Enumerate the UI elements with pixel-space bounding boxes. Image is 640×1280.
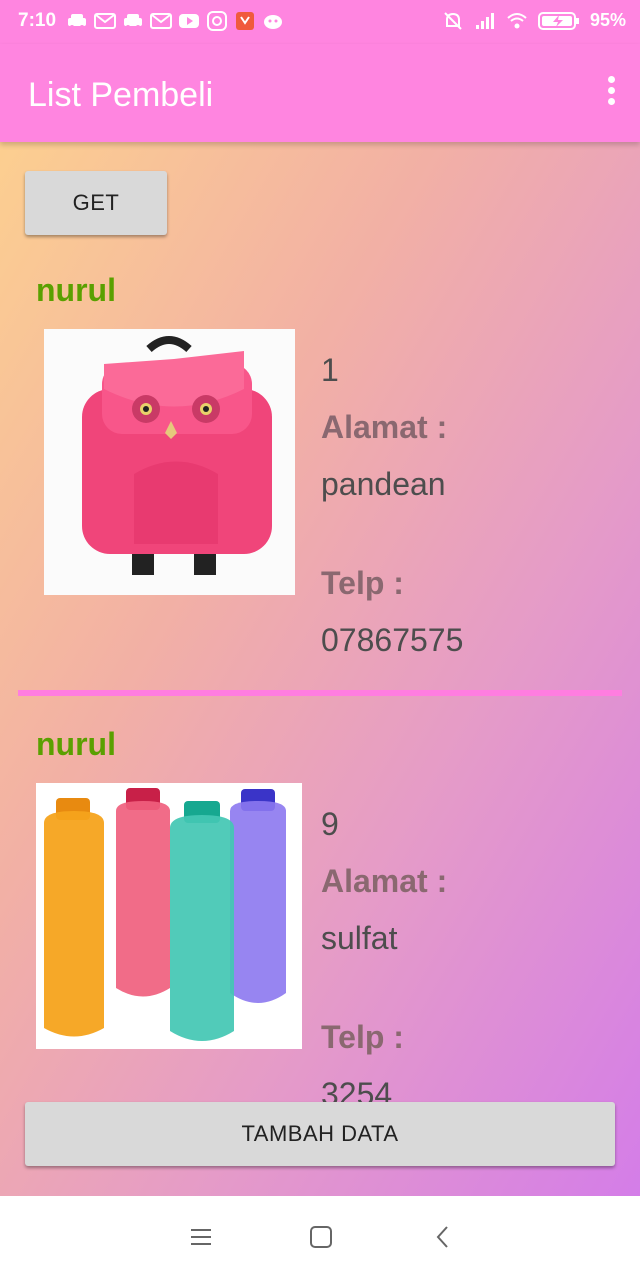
- get-button[interactable]: GET: [25, 171, 167, 235]
- buyer-name: nurul: [36, 272, 116, 308]
- telp-value: 07867575: [321, 622, 464, 658]
- system-status: 95%: [442, 10, 626, 31]
- gmail-icon: [150, 13, 172, 29]
- page-title: List Pembeli: [28, 76, 214, 114]
- chat-bot-icon: [264, 15, 282, 29]
- list-item[interactable]: nurul 1 Alamat : pandean Telp: 07867575: [18, 254, 622, 696]
- content-area[interactable]: GET nurul 1 Alamat: pandean Telp: 0786…: [0, 142, 640, 1196]
- alamat-label: Alamat :: [321, 409, 448, 445]
- app-notification-icon: [236, 12, 254, 30]
- status-bar: 7:10 95%: [0, 0, 640, 44]
- instagram-icon: [207, 11, 227, 31]
- alamat-value: pandean: [321, 466, 446, 502]
- youtube-icon: [179, 14, 199, 28]
- menu-icon[interactable]: [186, 1222, 216, 1252]
- car-icon: [124, 14, 142, 29]
- item-info: 1 Alamat : pandean Telp : 07867575: [321, 342, 463, 669]
- app-bar: List Pembeli: [0, 44, 640, 142]
- item-id: 1: [321, 352, 339, 388]
- item-id: 9: [321, 806, 339, 842]
- overflow-menu-icon[interactable]: [604, 76, 618, 110]
- alamat-value: sulfat: [321, 920, 398, 956]
- tambah-data-button[interactable]: TAMBAH DATA: [25, 1102, 615, 1166]
- battery-icon: [537, 11, 579, 30]
- signal-icon: [475, 12, 494, 29]
- telp-label: Telp :: [321, 1019, 404, 1055]
- alamat-label: Alamat :: [321, 863, 448, 899]
- telp-label: Telp :: [321, 565, 404, 601]
- product-image-water-bottles: [36, 783, 302, 1049]
- buyer-name: nurul: [36, 726, 116, 762]
- navigation-bar: [0, 1196, 640, 1280]
- car-icon: [68, 14, 86, 29]
- item-info: 9 Alamat : sulfat Telp : 3254: [321, 796, 447, 1123]
- back-icon[interactable]: [428, 1222, 458, 1252]
- mute-bell-icon: [444, 11, 462, 30]
- status-time: 7:10: [18, 10, 57, 31]
- notification-icons: [66, 11, 284, 31]
- wifi-icon: [507, 12, 527, 28]
- product-image-owl-backpack: [44, 329, 295, 595]
- battery-percent: 95%: [589, 10, 626, 30]
- home-icon[interactable]: [306, 1222, 336, 1252]
- gmail-icon: [94, 13, 116, 29]
